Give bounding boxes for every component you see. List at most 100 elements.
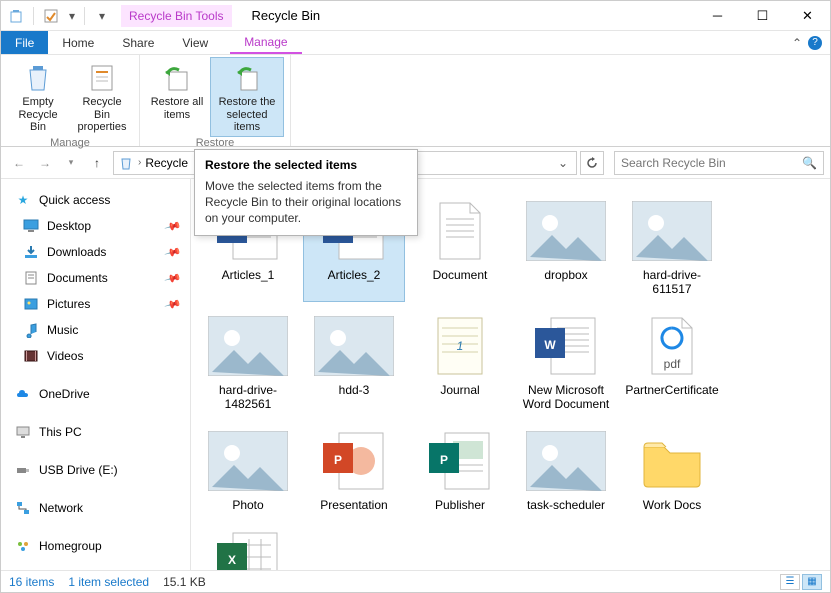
tab-share[interactable]: Share <box>108 31 168 54</box>
search-input[interactable] <box>621 156 781 170</box>
pin-icon: 📌 <box>164 295 182 313</box>
file-name: dropbox <box>544 268 587 282</box>
status-bar: 16 items 1 item selected 15.1 KB ☰ ▦ <box>1 570 830 592</box>
file-thumbnail: P <box>314 426 394 496</box>
file-thumbnail <box>208 426 288 496</box>
status-size: 15.1 KB <box>163 575 206 589</box>
sidebar-desktop[interactable]: Desktop📌 <box>1 213 190 239</box>
file-thumbnail <box>526 426 606 496</box>
sidebar-quick-access[interactable]: ★ Quick access <box>1 187 190 213</box>
sidebar-network[interactable]: Network <box>1 495 190 521</box>
file-item[interactable]: WNew Microsoft Word Document <box>515 306 617 417</box>
qat-customize-icon[interactable]: ▾ <box>91 5 113 27</box>
sidebar-documents[interactable]: Documents📌 <box>1 265 190 291</box>
recycle-bin-icon <box>5 5 27 27</box>
file-name: task-scheduler <box>527 498 605 512</box>
file-item[interactable]: PPublisher <box>409 421 511 517</box>
restore-selected-button[interactable]: Restore the selected items <box>210 57 284 137</box>
sidebar-music[interactable]: Music <box>1 317 190 343</box>
file-item[interactable]: hard-drive-611517 <box>621 191 723 302</box>
file-name: Work Docs <box>643 498 701 512</box>
sidebar-usb[interactable]: USB Drive (E:) <box>1 457 190 483</box>
nav-back-button[interactable]: ← <box>7 151 31 175</box>
desktop-icon <box>23 218 39 234</box>
sidebar-this-pc[interactable]: This PC <box>1 419 190 445</box>
quick-access-toolbar: ▾ ▾ <box>1 5 117 27</box>
file-thumbnail: P <box>420 426 500 496</box>
file-item[interactable]: XWorksheet <box>197 521 299 570</box>
file-item[interactable]: task-scheduler <box>515 421 617 517</box>
cloud-icon <box>15 386 31 402</box>
file-item[interactable]: hdd-3 <box>303 306 405 417</box>
file-name: hard-drive-611517 <box>624 268 720 297</box>
pictures-icon <box>23 296 39 312</box>
nav-recent-button[interactable]: ▾ <box>59 151 83 175</box>
nav-up-button[interactable]: ↑ <box>85 151 109 175</box>
nav-forward-button[interactable]: → <box>33 151 57 175</box>
help-icon[interactable]: ? <box>808 36 822 50</box>
usb-icon <box>15 462 31 478</box>
file-item[interactable]: Work Docs <box>621 421 723 517</box>
ribbon-collapse-icon[interactable]: ⌃ <box>792 36 802 50</box>
file-thumbnail <box>208 311 288 381</box>
tab-home[interactable]: Home <box>48 31 108 54</box>
file-thumbnail: pdf <box>632 311 712 381</box>
file-item[interactable]: hard-drive-1482561 <box>197 306 299 417</box>
status-selected: 1 item selected <box>68 575 149 589</box>
file-thumbnail: X <box>208 526 288 570</box>
file-thumbnail: 1 <box>420 311 500 381</box>
file-item[interactable]: Document <box>409 191 511 302</box>
tab-view[interactable]: View <box>168 31 222 54</box>
file-item[interactable]: Photo <box>197 421 299 517</box>
restore-selected-icon <box>231 62 263 94</box>
sidebar-videos[interactable]: Videos <box>1 343 190 369</box>
refresh-button[interactable] <box>580 151 604 175</box>
empty-recycle-bin-button[interactable]: Empty Recycle Bin <box>7 57 69 137</box>
pin-icon: 📌 <box>164 217 182 235</box>
qat-properties-icon[interactable] <box>40 5 62 27</box>
contextual-tab-label: Recycle Bin Tools <box>121 5 232 27</box>
group-manage-label: Manage <box>50 137 90 151</box>
svg-text:P: P <box>440 453 448 467</box>
videos-icon <box>23 348 39 364</box>
details-view-button[interactable]: ☰ <box>780 574 800 590</box>
tab-manage[interactable]: Manage <box>230 31 301 54</box>
maximize-button[interactable]: ☐ <box>740 1 785 31</box>
file-item[interactable]: pdf PartnerCertificate <box>621 306 723 417</box>
recycle-bin-properties-button[interactable]: Recycle Bin properties <box>71 57 133 137</box>
file-name: Document <box>433 268 488 282</box>
properties-icon <box>86 62 118 94</box>
file-name: PartnerCertificate <box>625 383 718 397</box>
ribbon-tabs: File Home Share View Manage ⌃ ? <box>1 31 830 55</box>
tooltip: Restore the selected items Move the sele… <box>194 149 418 236</box>
breadcrumb-history-icon[interactable]: ⌄ <box>554 156 572 170</box>
pin-icon: 📌 <box>164 243 182 261</box>
minimize-button[interactable]: ─ <box>695 1 740 31</box>
chevron-right-icon[interactable]: › <box>138 157 141 168</box>
sidebar-pictures[interactable]: Pictures📌 <box>1 291 190 317</box>
sidebar-homegroup[interactable]: Homegroup <box>1 533 190 559</box>
pc-icon <box>15 424 31 440</box>
restore-all-button[interactable]: Restore all items <box>146 57 208 137</box>
file-item[interactable]: 1 Journal <box>409 306 511 417</box>
homegroup-icon <box>15 538 31 554</box>
qat-dropdown-icon[interactable]: ▾ <box>66 5 78 27</box>
svg-text:W: W <box>544 338 556 352</box>
file-item[interactable]: dropbox <box>515 191 617 302</box>
file-item[interactable]: PPresentation <box>303 421 405 517</box>
search-icon[interactable]: 🔍 <box>802 156 817 170</box>
tab-file[interactable]: File <box>1 31 48 54</box>
sidebar-downloads[interactable]: Downloads📌 <box>1 239 190 265</box>
search-box[interactable]: 🔍 <box>614 151 824 175</box>
breadcrumb-item[interactable]: Recycle <box>145 156 188 170</box>
svg-text:X: X <box>228 553 236 567</box>
svg-text:1: 1 <box>457 339 464 353</box>
icons-view-button[interactable]: ▦ <box>802 574 822 590</box>
file-thumbnail <box>526 196 606 266</box>
sidebar-onedrive[interactable]: OneDrive <box>1 381 190 407</box>
close-button[interactable]: ✕ <box>785 1 830 31</box>
status-count: 16 items <box>9 575 54 589</box>
file-name: Journal <box>440 383 479 397</box>
file-list[interactable]: WArticles_1WArticles_2Documentdropboxhar… <box>191 179 830 570</box>
file-name: hard-drive-1482561 <box>200 383 296 412</box>
